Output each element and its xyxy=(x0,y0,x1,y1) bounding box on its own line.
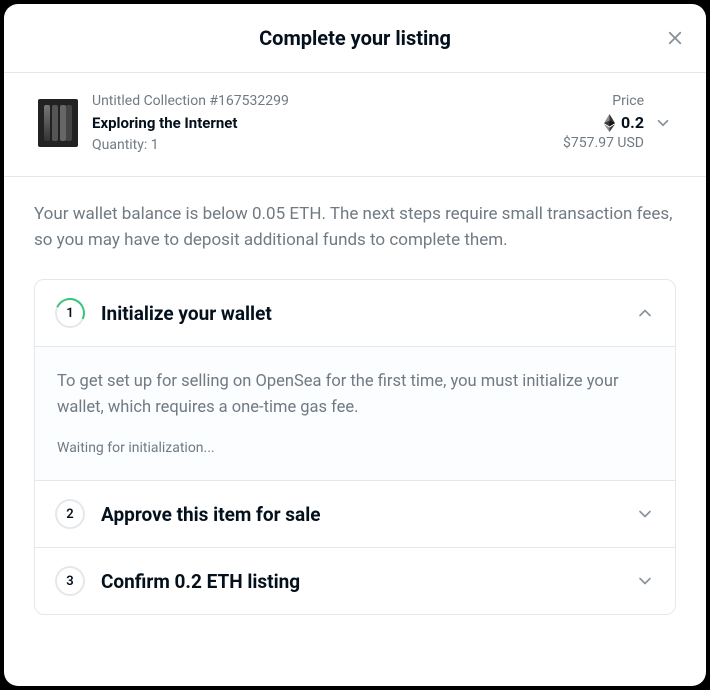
item-quantity: Quantity: 1 xyxy=(92,135,563,156)
step-number-badge: 1 xyxy=(55,298,85,328)
chevron-down-icon xyxy=(654,114,672,132)
step-approve-item: 2 Approve this item for sale xyxy=(35,480,675,547)
expand-toggle[interactable] xyxy=(635,504,655,524)
step-status: Waiting for initialization... xyxy=(57,440,653,456)
chevron-up-icon xyxy=(635,303,655,323)
step-header[interactable]: 3 Confirm 0.2 ETH listing xyxy=(35,548,675,614)
collection-name: Untitled Collection #167532299 xyxy=(92,91,563,112)
item-thumbnail xyxy=(38,99,78,147)
collapse-toggle[interactable] xyxy=(635,303,655,323)
price-amount: 0.2 xyxy=(621,112,644,134)
item-name: Exploring the Internet xyxy=(92,112,563,135)
listing-summary: Untitled Collection #167532299 Exploring… xyxy=(4,73,706,177)
chevron-down-icon xyxy=(635,504,655,524)
modal-body: Your wallet balance is below 0.05 ETH. T… xyxy=(4,177,706,642)
summary-info: Untitled Collection #167532299 Exploring… xyxy=(92,91,563,156)
step-number-badge: 2 xyxy=(55,499,85,529)
step-title: Approve this item for sale xyxy=(101,503,635,526)
step-initialize-wallet: 1 Initialize your wallet To get set up f… xyxy=(35,280,675,480)
step-confirm-listing: 3 Confirm 0.2 ETH listing xyxy=(35,547,675,614)
step-header[interactable]: 2 Approve this item for sale xyxy=(35,481,675,547)
eth-icon xyxy=(604,114,615,132)
step-description: To get set up for selling on OpenSea for… xyxy=(57,369,653,420)
step-header[interactable]: 1 Initialize your wallet xyxy=(35,280,675,346)
close-button[interactable] xyxy=(666,29,684,47)
chevron-down-icon xyxy=(635,571,655,591)
price-expand-button[interactable] xyxy=(654,114,672,132)
listing-modal: Complete your listing Untitled Collectio… xyxy=(4,4,706,686)
balance-warning: Your wallet balance is below 0.05 ETH. T… xyxy=(34,201,676,254)
step-body: To get set up for selling on OpenSea for… xyxy=(35,346,675,480)
price-label: Price xyxy=(563,92,644,112)
close-icon xyxy=(666,29,684,47)
expand-toggle[interactable] xyxy=(635,571,655,591)
step-title: Initialize your wallet xyxy=(101,302,635,325)
price-usd: $757.97 USD xyxy=(563,134,644,154)
price-block: Price 0.2 $757.97 USD xyxy=(563,92,644,154)
steps-accordion: 1 Initialize your wallet To get set up f… xyxy=(34,279,676,615)
price-value-row: 0.2 xyxy=(563,112,644,134)
summary-price-block: Price 0.2 $757.97 USD xyxy=(563,92,672,154)
step-number-badge: 3 xyxy=(55,566,85,596)
step-title: Confirm 0.2 ETH listing xyxy=(101,570,635,593)
modal-title: Complete your listing xyxy=(259,26,451,50)
modal-header: Complete your listing xyxy=(4,4,706,73)
